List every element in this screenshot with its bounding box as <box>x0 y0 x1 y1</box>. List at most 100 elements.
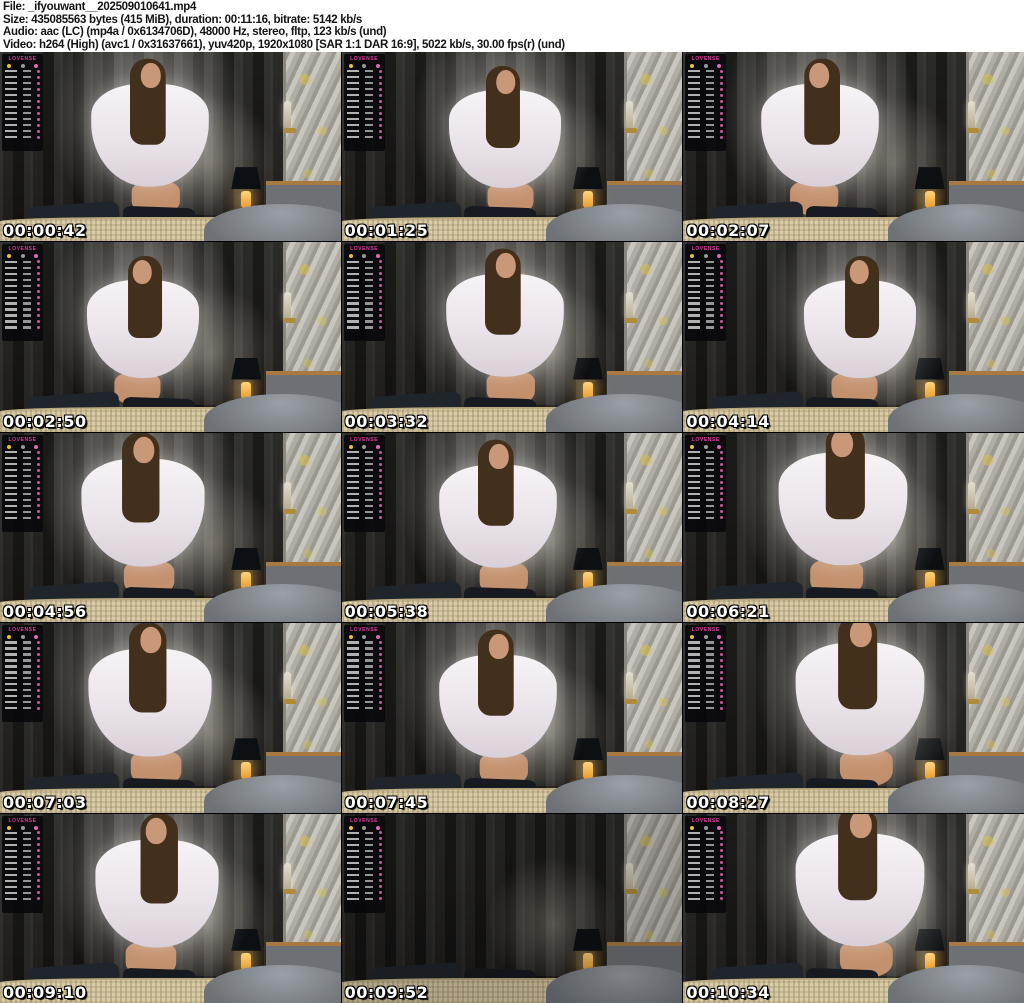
gear-icon <box>20 635 25 640</box>
tip-menu-row <box>5 99 40 103</box>
tip-menu-row <box>688 486 724 490</box>
tip-menu-row <box>5 105 40 109</box>
tip-menu-row <box>688 492 724 496</box>
coin-icon <box>690 635 695 640</box>
tip-menu-row <box>688 93 724 97</box>
tip-menu-row <box>5 123 40 127</box>
timestamp-overlay: 00:07:45 <box>344 792 429 812</box>
video-frame-scene <box>683 432 1024 623</box>
tip-menu-row <box>346 498 382 502</box>
tip-menu-row <box>346 670 382 674</box>
coin-icon <box>7 825 11 830</box>
tip-menu-row <box>5 272 40 276</box>
video-thumbnail-8: LOVENSE 00:05:38 <box>341 432 683 623</box>
lovense-tip-menu-overlay: LOVENSE <box>2 625 43 723</box>
wall-sconce <box>625 482 633 511</box>
tip-menu-row <box>346 843 382 847</box>
tip-menu-row <box>346 486 382 490</box>
tip-menu-row <box>346 891 382 895</box>
wall-sconce <box>625 101 633 130</box>
tip-menu-row <box>688 664 724 668</box>
tip-menu-row <box>346 272 382 276</box>
figure-head <box>831 432 854 457</box>
tip-menu-row <box>5 492 40 496</box>
tip-menu-row <box>688 81 724 85</box>
tip-menu-row <box>5 498 40 502</box>
flower-icon <box>717 254 722 259</box>
tip-menu-row <box>346 302 382 306</box>
tip-menu-row <box>688 105 724 109</box>
wall-sconce <box>625 862 633 891</box>
wall-sconce-arm <box>283 318 296 324</box>
tip-menu-row <box>5 462 40 466</box>
tip-menu-row <box>5 81 40 85</box>
timestamp-overlay: 00:00:42 <box>3 221 87 241</box>
tip-menu-row <box>346 314 382 318</box>
timestamp-overlay: 00:02:50 <box>3 411 87 431</box>
wall-sconce <box>625 291 633 320</box>
wall-sconce <box>967 482 975 511</box>
tip-menu-row <box>5 510 40 514</box>
figure-head <box>850 260 870 285</box>
tip-menu-rows <box>688 260 724 330</box>
video-thumbnail-12: LOVENSE 00:08:27 <box>683 623 1024 813</box>
tip-menu-row <box>688 516 724 520</box>
tip-menu-row <box>346 462 382 466</box>
coin-icon <box>348 635 353 640</box>
wall-sconce-arm <box>283 889 296 895</box>
person-figure <box>47 813 266 1003</box>
figure-head <box>850 813 873 838</box>
wall-sconce-arm <box>625 889 638 895</box>
lovense-tip-menu-overlay: LOVENSE <box>685 54 727 151</box>
flower-icon <box>34 254 38 259</box>
figure-head <box>140 626 162 654</box>
tip-menu-row <box>5 468 40 472</box>
gear-icon <box>20 825 25 830</box>
tip-menu-icon-row <box>688 634 723 641</box>
tip-menu-row <box>688 474 724 478</box>
tip-menu-row <box>5 480 40 484</box>
tip-menu-row <box>688 462 724 466</box>
tip-menu-row <box>346 290 382 294</box>
tip-menu-row <box>346 93 382 97</box>
flower-icon <box>375 635 380 640</box>
tip-menu-row <box>688 873 724 877</box>
tip-menu-row <box>688 450 724 454</box>
tip-menu-row <box>346 81 382 85</box>
tip-menu-row <box>688 688 724 692</box>
timestamp-overlay: 00:06:21 <box>686 602 770 622</box>
lovense-logo: LOVENSE <box>691 817 720 824</box>
video-frame-scene <box>0 623 341 813</box>
tip-menu-row <box>688 676 724 680</box>
tip-menu-row <box>688 640 724 644</box>
tip-menu-row <box>346 296 382 300</box>
tip-menu-row <box>5 290 40 294</box>
tip-menu-rows <box>346 450 382 520</box>
tip-menu-row <box>5 855 40 859</box>
tip-menu-row <box>5 450 40 454</box>
tip-menu-row <box>688 272 724 276</box>
video-thumbnail-7: LOVENSE 00:04:56 <box>0 432 341 623</box>
gear-icon <box>362 444 367 449</box>
tip-menu-row <box>5 69 40 73</box>
wall-sconce <box>967 101 975 130</box>
wall-sconce-arm <box>967 508 980 514</box>
tip-menu-row <box>5 706 40 710</box>
figure-head <box>145 817 167 844</box>
lovense-tip-menu-overlay: LOVENSE <box>685 244 727 342</box>
flower-icon <box>375 254 380 259</box>
tip-menu-row <box>688 266 724 270</box>
figure-head <box>140 62 161 89</box>
lovense-tip-menu-overlay: LOVENSE <box>2 244 43 342</box>
video-thumbnail-4: LOVENSE 00:02:50 <box>0 242 341 432</box>
timestamp-overlay: 00:04:56 <box>3 602 87 622</box>
tip-menu-row <box>688 843 724 847</box>
metadata-header: File: _ifyouwant__202509010641.mp4 Size:… <box>0 0 1024 52</box>
tip-menu-row <box>5 135 40 139</box>
tip-menu-icon-row <box>347 253 382 260</box>
gear-icon <box>20 254 25 259</box>
tip-menu-row <box>5 688 40 692</box>
tip-menu-row <box>346 278 382 282</box>
gear-icon <box>703 825 708 830</box>
person-figure <box>746 813 975 1003</box>
